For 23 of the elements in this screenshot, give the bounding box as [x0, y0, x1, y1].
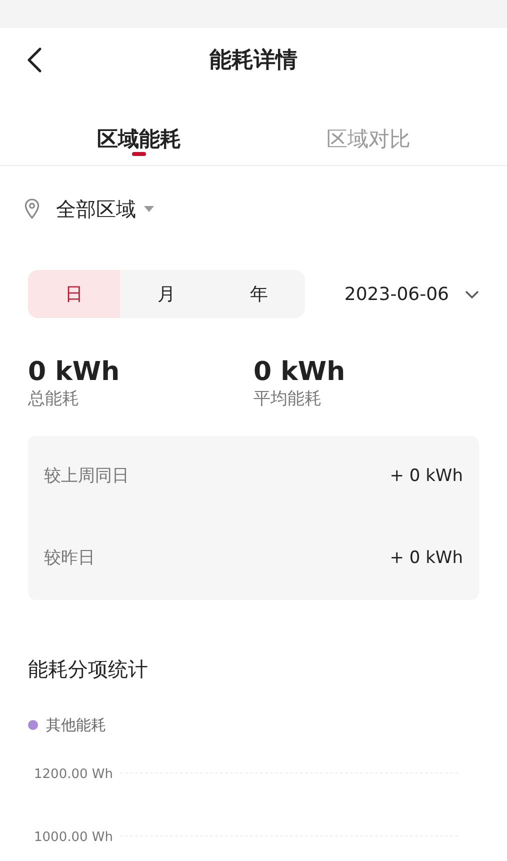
stat-value: 0 kWh — [254, 358, 346, 387]
page-title: 能耗详情 — [210, 46, 298, 74]
comparison-value: + 0 kWh — [390, 547, 463, 570]
chevron-down-icon — [465, 290, 479, 298]
dropdown-caret-icon — [144, 206, 154, 212]
stat-label: 平均能耗 — [254, 388, 322, 411]
stat-value: 0 kWh — [28, 358, 120, 387]
comparison-value: + 0 kWh — [390, 465, 463, 488]
axis-tick-label: 1200.00 Wh — [34, 766, 113, 782]
period-tab[interactable]: 月 — [120, 270, 213, 318]
location-pin-icon — [24, 198, 40, 220]
date-selector[interactable]: 2023-06-06 — [344, 280, 479, 308]
period-tab[interactable]: 年 — [212, 270, 305, 318]
axis-tick-label: 1000.00 Wh — [34, 830, 113, 845]
active-tab-indicator — [132, 152, 146, 156]
period-tab[interactable]: 日 — [28, 270, 120, 318]
tab[interactable]: 区域能耗 — [24, 92, 254, 165]
comparison-label: 较昨日 — [44, 547, 95, 570]
stat-label: 总能耗 — [28, 388, 79, 411]
section-title: 能耗分项统计 — [28, 656, 149, 684]
comparison-label: 较上周同日 — [44, 465, 129, 488]
legend-label: 其他能耗 — [46, 715, 106, 736]
region-selector[interactable]: 全部区域 — [56, 194, 136, 224]
